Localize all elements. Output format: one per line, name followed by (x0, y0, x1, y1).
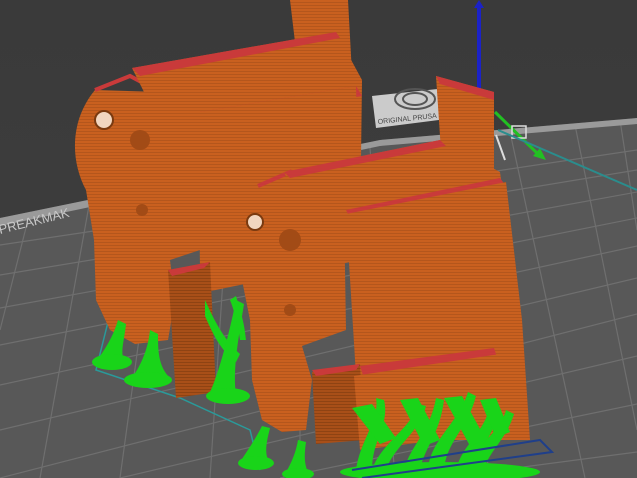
3d-print-preview-viewport[interactable]: PREAKMAK ORIGINAL PRUSA (0, 0, 637, 478)
scene: PREAKMAK ORIGINAL PRUSA (0, 0, 637, 478)
z-axis-arrow-icon (474, 0, 484, 100)
